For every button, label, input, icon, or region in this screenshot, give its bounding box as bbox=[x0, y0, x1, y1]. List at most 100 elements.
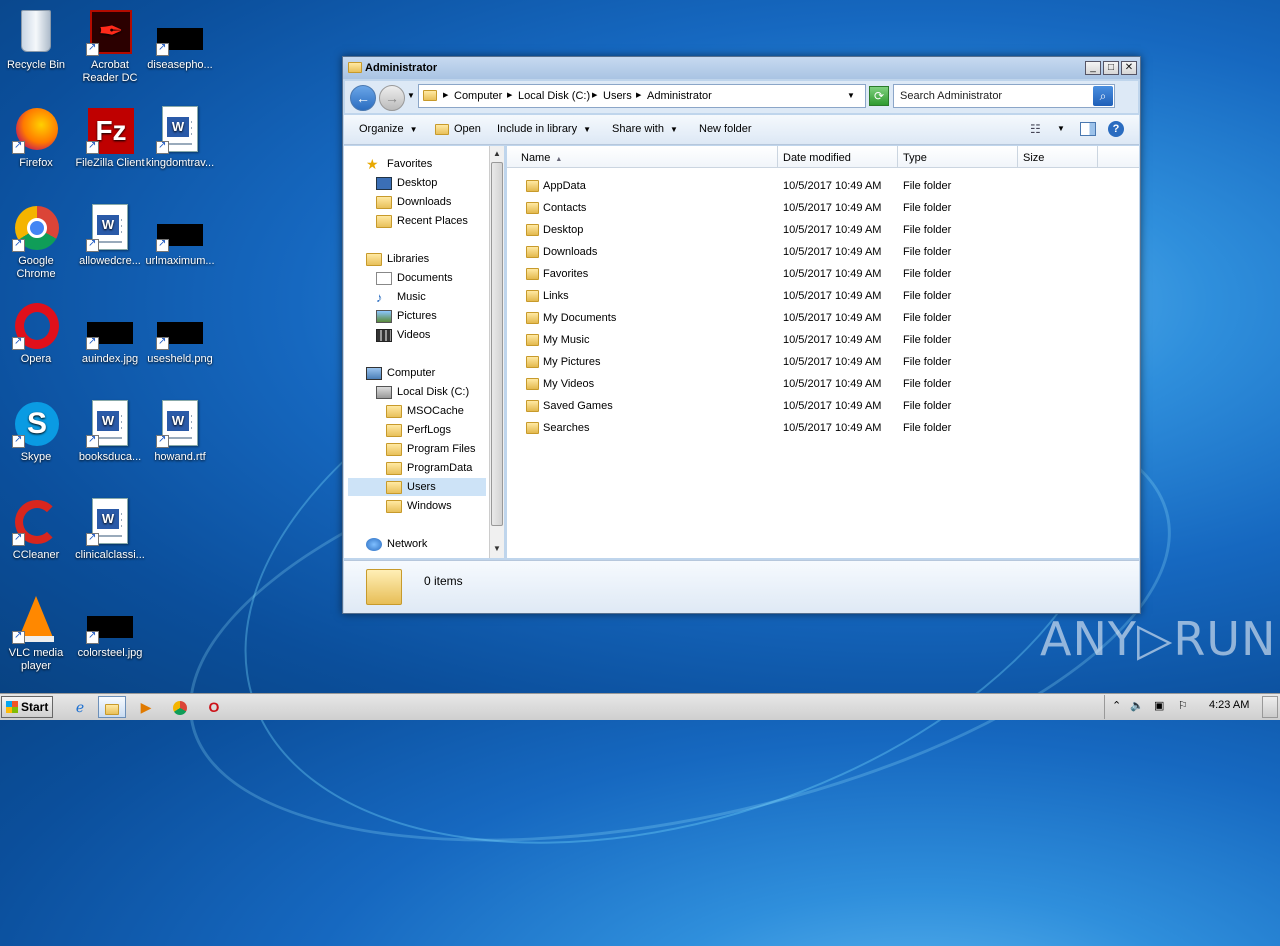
explorer-taskbar-button[interactable] bbox=[98, 696, 126, 718]
search-input[interactable]: Search Administrator bbox=[900, 90, 1002, 102]
desktop-icon-item[interactable]: Opera bbox=[0, 302, 75, 366]
back-button[interactable]: ← bbox=[350, 85, 376, 111]
desktop-icon-item[interactable]: colorsteel.jpg bbox=[71, 596, 149, 660]
clock[interactable]: 4:23 AM bbox=[1209, 699, 1249, 711]
desktop-icon-item[interactable]: ✒ AcrobatReader DC bbox=[71, 8, 149, 85]
nav-folder-programdata[interactable]: ProgramData bbox=[386, 459, 472, 477]
address-bar[interactable]: ▶ Computer ▶ Local Disk (C:) ▶ Users ▶ A… bbox=[418, 84, 866, 108]
desktop-icon-item[interactable]: Wclinicalclassi... bbox=[71, 498, 149, 562]
search-icon[interactable]: ⌕ bbox=[1093, 86, 1113, 106]
forward-button[interactable]: → bbox=[379, 85, 405, 111]
chevron-icon[interactable]: ▶ bbox=[592, 91, 597, 99]
media-player-icon[interactable]: ▶ bbox=[132, 696, 160, 718]
desktop-icon-item[interactable]: Fz FileZilla Client bbox=[71, 106, 149, 170]
column-header-type[interactable]: Type bbox=[898, 146, 1018, 168]
desktop-icon-item[interactable]: Wbooksduca... bbox=[71, 400, 149, 464]
history-dropdown-icon[interactable]: ▼ bbox=[407, 91, 415, 100]
close-button[interactable]: ✕ bbox=[1121, 61, 1137, 75]
desktop-icon-item[interactable]: auindex.jpg bbox=[71, 302, 149, 366]
file-row[interactable]: Links 10/5/2017 10:49 AM File folder bbox=[507, 285, 1139, 307]
nav-label: Downloads bbox=[397, 196, 452, 208]
breadcrumb-local-disk[interactable]: Local Disk (C:) bbox=[518, 90, 590, 102]
help-icon[interactable]: ? bbox=[1108, 121, 1124, 137]
refresh-icon[interactable]: ⟳ bbox=[869, 86, 889, 106]
nav-network[interactable]: Network bbox=[366, 535, 427, 553]
scroll-up-icon[interactable]: ▲ bbox=[491, 147, 503, 161]
scroll-thumb[interactable] bbox=[491, 162, 503, 526]
column-header-date[interactable]: Date modified bbox=[778, 146, 898, 168]
maximize-button[interactable]: □ bbox=[1103, 61, 1119, 75]
column-header-name[interactable]: Name ▲ bbox=[507, 146, 778, 168]
view-options-icon[interactable]: ☷ bbox=[1030, 122, 1041, 136]
file-row[interactable]: My Documents 10/5/2017 10:49 AM File folde… bbox=[507, 307, 1139, 329]
desktop-icon-item[interactable]: Firefox bbox=[0, 106, 75, 170]
nav-pictures[interactable]: Pictures bbox=[376, 307, 437, 325]
file-row[interactable]: Favorites 10/5/2017 10:49 AM File folder bbox=[507, 263, 1139, 285]
desktop-icon-item[interactable]: usesheld.png bbox=[141, 302, 219, 366]
desktop-icon-item[interactable]: urlmaximum... bbox=[141, 204, 219, 268]
nav-videos[interactable]: Videos bbox=[376, 326, 430, 344]
organize-button[interactable]: Organize ▼ bbox=[359, 123, 418, 135]
desktop-icon-item[interactable]: Recycle Bin bbox=[0, 8, 75, 72]
nav-folder-windows[interactable]: Windows bbox=[386, 497, 452, 515]
nav-folder-program-files[interactable]: Program Files bbox=[386, 440, 475, 458]
file-row[interactable]: Contacts 10/5/2017 10:49 AM File folder bbox=[507, 197, 1139, 219]
address-dropdown-icon[interactable]: ▼ bbox=[847, 91, 855, 100]
action-center-flag-icon[interactable]: ⚐ bbox=[1178, 699, 1188, 712]
minimize-button[interactable]: _ bbox=[1085, 61, 1101, 75]
desktop-icon-item[interactable]: CCleaner bbox=[0, 498, 75, 562]
file-row[interactable]: My Music 10/5/2017 10:49 AM File folder bbox=[507, 329, 1139, 351]
desktop-icon-item[interactable]: Wallowedcre... bbox=[71, 204, 149, 268]
file-row[interactable]: My Videos 10/5/2017 10:49 AM File folder bbox=[507, 373, 1139, 395]
nav-favorites[interactable]: ★ Favorites bbox=[366, 155, 432, 173]
show-desktop-button[interactable] bbox=[1262, 696, 1278, 718]
share-with-button[interactable]: Share with ▼ bbox=[612, 123, 678, 135]
nav-folder-users[interactable]: Users bbox=[386, 478, 436, 496]
file-row[interactable]: Searches 10/5/2017 10:49 AM File folder bbox=[507, 417, 1139, 439]
breadcrumb-computer[interactable]: Computer bbox=[454, 90, 502, 102]
nav-music[interactable]: ♪ Music bbox=[376, 288, 426, 306]
nav-scrollbar[interactable]: ▲ ▼ bbox=[489, 146, 504, 558]
new-folder-button[interactable]: New folder bbox=[699, 123, 752, 135]
search-box[interactable]: Search Administrator ⌕ bbox=[893, 84, 1115, 108]
desktop-icon-item[interactable]: GoogleChrome bbox=[0, 204, 75, 281]
nav-downloads[interactable]: Downloads bbox=[376, 193, 451, 211]
file-row[interactable]: AppData 10/5/2017 10:49 AM File folder bbox=[507, 175, 1139, 197]
nav-folder-perflogs[interactable]: PerfLogs bbox=[386, 421, 451, 439]
column-header-size[interactable]: Size bbox=[1018, 146, 1098, 168]
nav-documents[interactable]: Documents bbox=[376, 269, 453, 287]
file-row[interactable]: My Pictures 10/5/2017 10:49 AM File folder bbox=[507, 351, 1139, 373]
chevron-down-icon[interactable]: ▼ bbox=[1057, 124, 1065, 133]
desktop-icon-item[interactable]: diseasepho... bbox=[141, 8, 219, 72]
nav-folder-msocache[interactable]: MSOCache bbox=[386, 402, 464, 420]
file-row[interactable]: Desktop 10/5/2017 10:49 AM File folder bbox=[507, 219, 1139, 241]
internet-explorer-icon[interactable]: ℯ bbox=[66, 696, 94, 718]
breadcrumb-users[interactable]: Users bbox=[603, 90, 632, 102]
opera-taskbar-icon[interactable]: O bbox=[200, 696, 228, 718]
network-tray-icon[interactable]: ▣ bbox=[1154, 699, 1164, 712]
desktop-icon-item[interactable]: S Skype bbox=[0, 400, 75, 464]
folder-icon bbox=[386, 480, 402, 494]
file-row[interactable]: Downloads 10/5/2017 10:49 AM File folder bbox=[507, 241, 1139, 263]
chevron-icon[interactable]: ▶ bbox=[507, 91, 512, 99]
desktop-icon-item[interactable]: VLC mediaplayer bbox=[0, 596, 75, 673]
open-button[interactable]: Open bbox=[435, 123, 481, 135]
include-in-library-button[interactable]: Include in library ▼ bbox=[497, 123, 591, 135]
volume-icon[interactable]: 🔈 bbox=[1130, 699, 1144, 712]
nav-recent-places[interactable]: Recent Places bbox=[376, 212, 468, 230]
file-row[interactable]: Saved Games 10/5/2017 10:49 AM File folder bbox=[507, 395, 1139, 417]
title-bar[interactable]: Administrator _ □ ✕ bbox=[343, 57, 1140, 79]
breadcrumb-administrator[interactable]: Administrator bbox=[647, 90, 712, 102]
nav-desktop[interactable]: Desktop bbox=[376, 174, 437, 192]
chrome-taskbar-icon[interactable] bbox=[166, 696, 194, 718]
nav-libraries[interactable]: Libraries bbox=[366, 250, 429, 268]
start-button[interactable]: Start bbox=[1, 696, 53, 718]
scroll-down-icon[interactable]: ▼ bbox=[491, 542, 503, 556]
nav-computer[interactable]: Computer bbox=[366, 364, 435, 382]
tray-expand-icon[interactable]: ⌃ bbox=[1112, 699, 1121, 712]
desktop-icon-item[interactable]: Whowand.rtf bbox=[141, 400, 219, 464]
preview-pane-icon[interactable] bbox=[1080, 122, 1096, 136]
nav-local-disk[interactable]: Local Disk (C:) bbox=[376, 383, 469, 401]
chevron-icon[interactable]: ▶ bbox=[636, 91, 641, 99]
desktop-icon-item[interactable]: Wkingdomtrav... bbox=[141, 106, 219, 170]
